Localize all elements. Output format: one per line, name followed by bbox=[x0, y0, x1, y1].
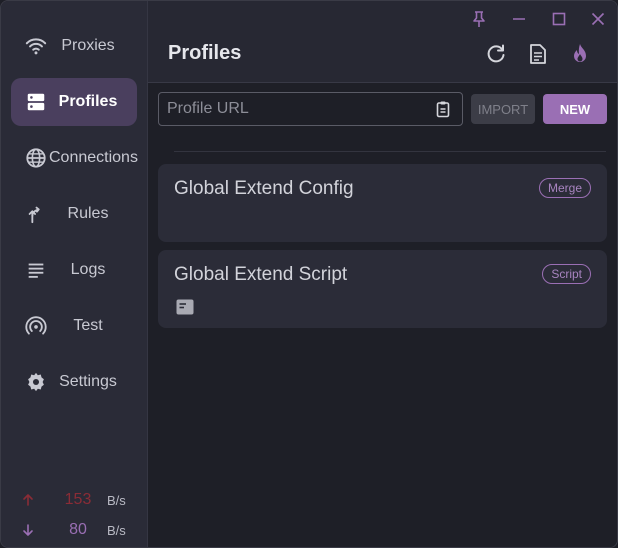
close-icon[interactable] bbox=[587, 8, 609, 30]
clipboard-icon[interactable] bbox=[434, 100, 452, 118]
page-title: Profiles bbox=[168, 42, 242, 64]
profile-title: Global Extend Script bbox=[174, 264, 348, 285]
profile-url-field[interactable] bbox=[158, 92, 463, 126]
sidebar-item-label: Settings bbox=[59, 373, 117, 390]
download-speed: 80 B/s bbox=[21, 521, 136, 541]
profile-title: Global Extend Config bbox=[174, 178, 354, 199]
sidebar-item-label: Rules bbox=[67, 205, 109, 222]
refresh-icon[interactable] bbox=[483, 41, 509, 67]
sidebar: Proxies Profiles Connections Rules Logs … bbox=[1, 1, 148, 547]
profile-type-badge: Merge bbox=[538, 178, 591, 198]
upload-unit: B/s bbox=[107, 493, 126, 508]
sidebar-item-connections[interactable]: Connections bbox=[11, 134, 138, 182]
download-value: 80 bbox=[69, 521, 87, 538]
sidebar-item-label: Logs bbox=[70, 261, 106, 278]
header-bar: Profiles bbox=[148, 1, 617, 83]
terminal-icon[interactable] bbox=[176, 299, 194, 315]
sidebar-item-rules[interactable]: Rules bbox=[11, 190, 137, 238]
arrow-down-icon bbox=[23, 524, 33, 536]
divider bbox=[174, 151, 606, 152]
profile-card-script[interactable]: Global Extend Script Script bbox=[158, 250, 607, 328]
sidebar-item-label: Profiles bbox=[58, 93, 118, 110]
sidebar-item-label: Test bbox=[73, 317, 103, 334]
profile-type-badge: Script bbox=[542, 264, 591, 284]
sidebar-item-settings[interactable]: Settings bbox=[11, 358, 137, 406]
document-icon[interactable] bbox=[525, 41, 551, 67]
sidebar-item-profiles[interactable]: Profiles bbox=[11, 78, 137, 126]
minimize-icon[interactable] bbox=[508, 8, 530, 30]
sidebar-item-test[interactable]: Test bbox=[11, 302, 137, 350]
maximize-icon[interactable] bbox=[548, 8, 570, 30]
main-panel: Profiles Profile URL IMPORT NEW Global E… bbox=[148, 1, 617, 547]
app-window: Proxies Profiles Connections Rules Logs … bbox=[0, 0, 618, 548]
new-button[interactable]: NEW bbox=[543, 94, 607, 124]
fire-icon[interactable] bbox=[567, 41, 593, 67]
sidebar-item-label: Connections bbox=[49, 149, 138, 166]
import-button[interactable]: IMPORT bbox=[471, 94, 535, 124]
profile-url-input[interactable] bbox=[167, 93, 427, 125]
upload-speed: 153 B/s bbox=[21, 491, 136, 511]
download-unit: B/s bbox=[107, 523, 126, 538]
sidebar-item-proxies[interactable]: Proxies bbox=[11, 22, 137, 70]
sidebar-item-logs[interactable]: Logs bbox=[11, 246, 137, 294]
arrow-up-icon bbox=[23, 494, 33, 506]
profile-card-merge[interactable]: Global Extend Config Merge bbox=[158, 164, 607, 242]
upload-value: 153 bbox=[64, 491, 92, 508]
pin-icon[interactable] bbox=[468, 8, 490, 30]
sidebar-item-label: Proxies bbox=[61, 37, 115, 54]
